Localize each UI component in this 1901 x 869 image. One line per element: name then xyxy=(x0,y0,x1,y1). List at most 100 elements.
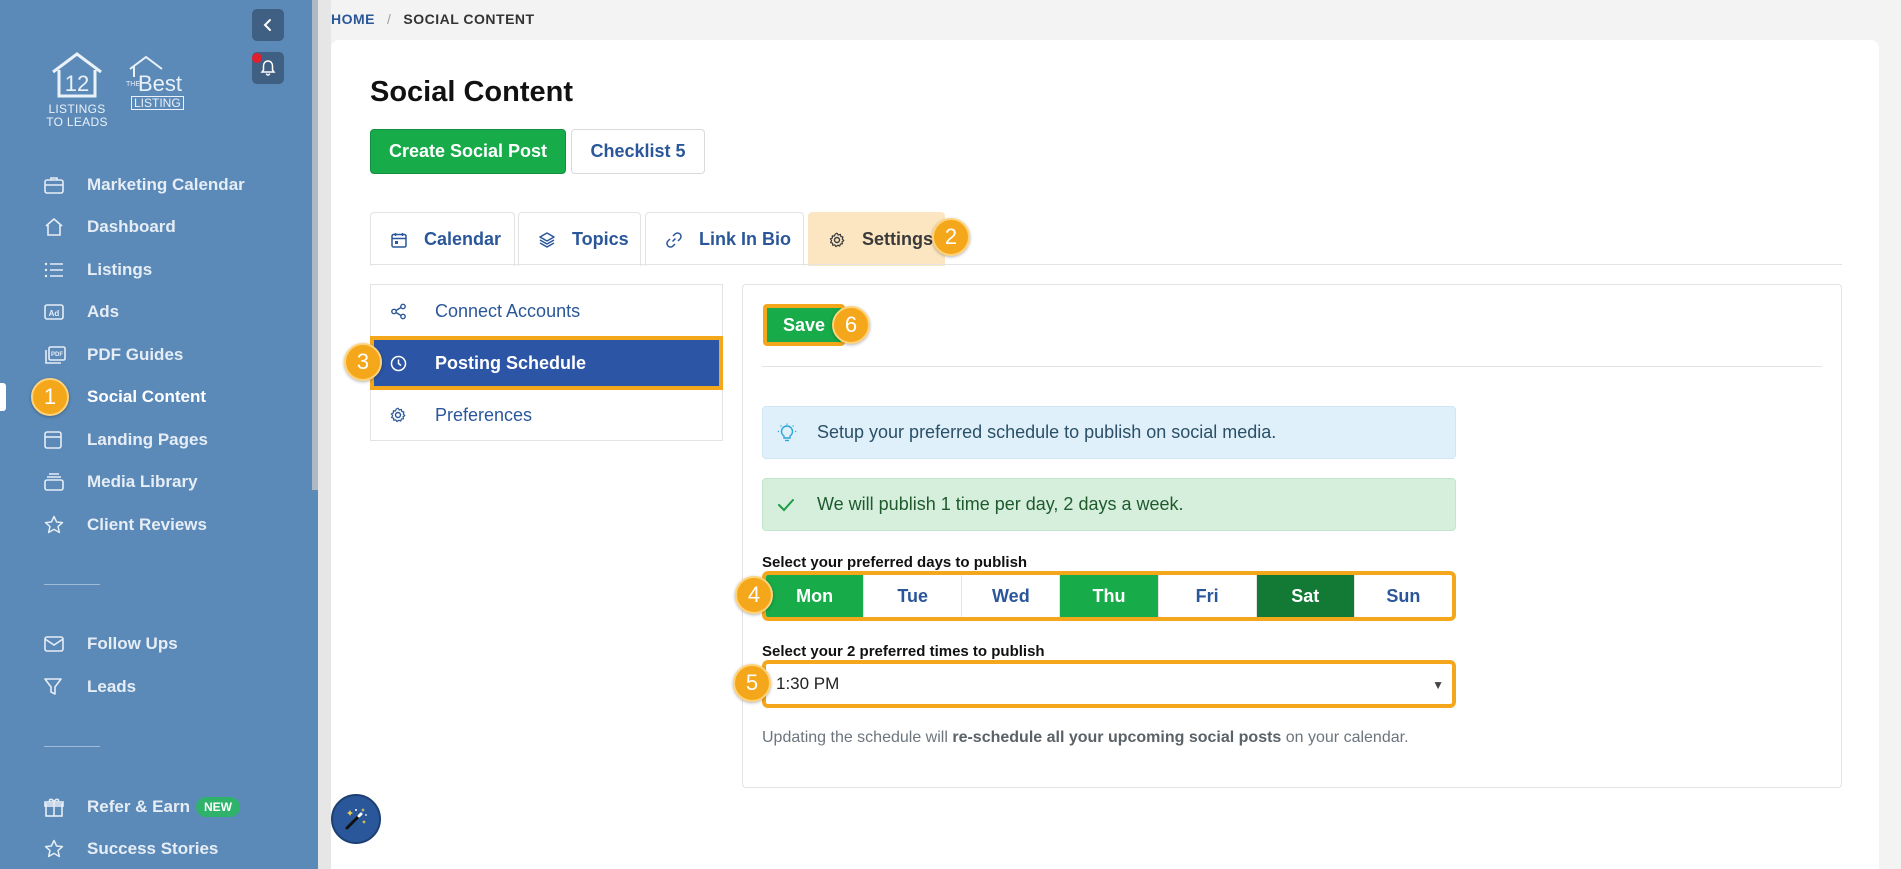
time-select-value: 1:30 PM xyxy=(776,674,840,693)
collapse-sidebar-button[interactable] xyxy=(252,9,284,41)
gear-icon xyxy=(390,407,420,423)
star-icon xyxy=(44,839,70,859)
submenu-preferences[interactable]: Preferences xyxy=(371,389,722,441)
sidebar-item-dashboard[interactable]: Dashboard xyxy=(44,213,176,241)
gift-icon xyxy=(44,797,70,817)
day-monday[interactable]: Mon xyxy=(766,575,865,617)
notification-dot xyxy=(252,53,262,63)
posting-schedule-panel xyxy=(742,284,1842,788)
house-12-logo-mark: 12 xyxy=(52,52,102,98)
success-alert: We will publish 1 time per day, 2 days a… xyxy=(762,478,1456,531)
sidebar-item-listings[interactable]: Listings xyxy=(44,256,152,284)
sidebar-item-label: Listings xyxy=(87,260,153,279)
create-social-post-button[interactable]: Create Social Post xyxy=(370,129,566,174)
tab-label: Topics xyxy=(572,229,629,249)
notifications-button[interactable] xyxy=(252,52,284,84)
tab-link-in-bio[interactable]: Link In Bio xyxy=(645,212,804,266)
note-prefix: Updating the schedule will xyxy=(762,729,953,746)
sidebar-item-label: Ads xyxy=(87,302,120,321)
briefcase-icon xyxy=(44,176,70,194)
day-tuesday[interactable]: Tue xyxy=(864,575,963,617)
sidebar-item-ads[interactable]: Ad Ads xyxy=(44,298,119,326)
tab-settings[interactable]: Settings xyxy=(808,212,945,266)
tab-topics[interactable]: Topics xyxy=(518,212,641,266)
layers-icon xyxy=(539,231,555,248)
share-icon xyxy=(390,303,420,320)
day-saturday[interactable]: Sat xyxy=(1256,575,1355,617)
link-icon xyxy=(666,231,682,248)
breadcrumb-separator: / xyxy=(387,11,392,27)
sidebar-item-follow-ups[interactable]: Follow Ups xyxy=(44,630,178,658)
logo-line-2: TO LEADS xyxy=(46,115,108,129)
ad-icon: Ad xyxy=(44,304,70,320)
submenu-posting-schedule[interactable]: Posting Schedule xyxy=(370,336,723,390)
new-badge: NEW xyxy=(195,797,240,817)
chevron-left-icon xyxy=(263,19,271,31)
sidebar-item-label: Dashboard xyxy=(87,217,176,236)
sidebar-item-refer-earn[interactable]: Refer & Earn NEW xyxy=(44,793,240,821)
logo-listing: LISTING xyxy=(131,96,184,110)
sidebar-item-leads[interactable]: Leads xyxy=(44,673,136,701)
sidebar-item-label: Follow Ups xyxy=(87,634,178,653)
days-label: Select your preferred days to publish xyxy=(762,554,1028,571)
page-icon xyxy=(44,431,70,449)
clock-icon xyxy=(390,355,420,372)
bell-icon xyxy=(260,60,276,76)
times-label: Select your 2 preferred times to publish xyxy=(762,643,1045,660)
dropdown-arrow-icon: ▼ xyxy=(1432,678,1444,692)
logo-number: 12 xyxy=(65,71,89,96)
step-marker-4: 4 xyxy=(735,576,773,614)
sidebar-item-label: Success Stories xyxy=(87,839,219,858)
mail-icon xyxy=(44,636,70,652)
list-icon xyxy=(44,262,70,278)
checklist-button[interactable]: Checklist 5 xyxy=(571,129,705,174)
filter-icon xyxy=(44,678,70,696)
success-alert-text: We will publish 1 time per day, 2 days a… xyxy=(817,494,1184,514)
schedule-note: Updating the schedule will re-schedule a… xyxy=(762,729,1409,747)
step-marker-3: 3 xyxy=(344,343,382,381)
tab-label: Link In Bio xyxy=(699,229,791,249)
sidebar-item-pdf-guides[interactable]: PDF PDF Guides xyxy=(44,341,183,369)
active-indicator xyxy=(0,383,6,411)
sidebar-item-landing-pages[interactable]: Landing Pages xyxy=(44,426,208,454)
note-bold: re-schedule all your upcoming social pos… xyxy=(952,729,1282,746)
tab-label: Calendar xyxy=(424,229,502,249)
submenu-connect-accounts[interactable]: Connect Accounts xyxy=(371,285,722,337)
sidebar-item-success-stories[interactable]: Success Stories xyxy=(44,835,218,863)
breadcrumb: HOME / SOCIAL CONTENT xyxy=(331,11,535,27)
day-thursday[interactable]: Thu xyxy=(1060,575,1159,617)
tabs-divider xyxy=(370,264,1842,265)
gear-icon xyxy=(829,232,845,248)
lightbulb-icon xyxy=(777,423,805,443)
sidebar-item-media-library[interactable]: Media Library xyxy=(44,468,198,496)
step-marker-6: 6 xyxy=(832,306,870,344)
info-alert-text: Setup your preferred schedule to publish… xyxy=(817,422,1277,442)
day-wednesday[interactable]: Wed xyxy=(962,575,1061,617)
logo-best: Best xyxy=(138,71,183,96)
panel-divider xyxy=(762,366,1822,367)
sidebar-item-marketing-calendar[interactable]: Marketing Calendar xyxy=(44,171,245,199)
sidebar-item-label: Landing Pages xyxy=(87,430,208,449)
sidebar-item-label: Client Reviews xyxy=(87,515,207,534)
svg-text:PDF: PDF xyxy=(51,352,63,358)
listings-to-leads-logo[interactable]: 12 LISTINGS TO LEADS xyxy=(42,50,112,129)
star-icon xyxy=(44,515,70,535)
stack-icon xyxy=(44,473,70,491)
calendar-icon xyxy=(391,232,407,248)
time-select[interactable]: 1:30 PM ▼ xyxy=(762,660,1456,708)
step-marker-5: 5 xyxy=(733,664,771,702)
svg-text:Ad: Ad xyxy=(49,309,60,318)
breadcrumb-current: SOCIAL CONTENT xyxy=(403,11,535,27)
sidebar-item-label: Marketing Calendar xyxy=(87,175,245,194)
day-sunday[interactable]: Sun xyxy=(1355,575,1452,617)
step-marker-1: 1 xyxy=(31,378,69,416)
magic-assistant-button[interactable] xyxy=(331,794,381,844)
info-alert: Setup your preferred schedule to publish… xyxy=(762,406,1456,459)
sidebar-item-client-reviews[interactable]: Client Reviews xyxy=(44,511,207,539)
breadcrumb-home-link[interactable]: HOME xyxy=(331,11,375,27)
day-friday[interactable]: Fri xyxy=(1159,575,1257,617)
page-title: Social Content xyxy=(370,76,574,108)
sidebar-item-label: Leads xyxy=(87,677,137,696)
tab-calendar[interactable]: Calendar xyxy=(370,212,515,266)
tab-label: Settings xyxy=(862,229,934,249)
